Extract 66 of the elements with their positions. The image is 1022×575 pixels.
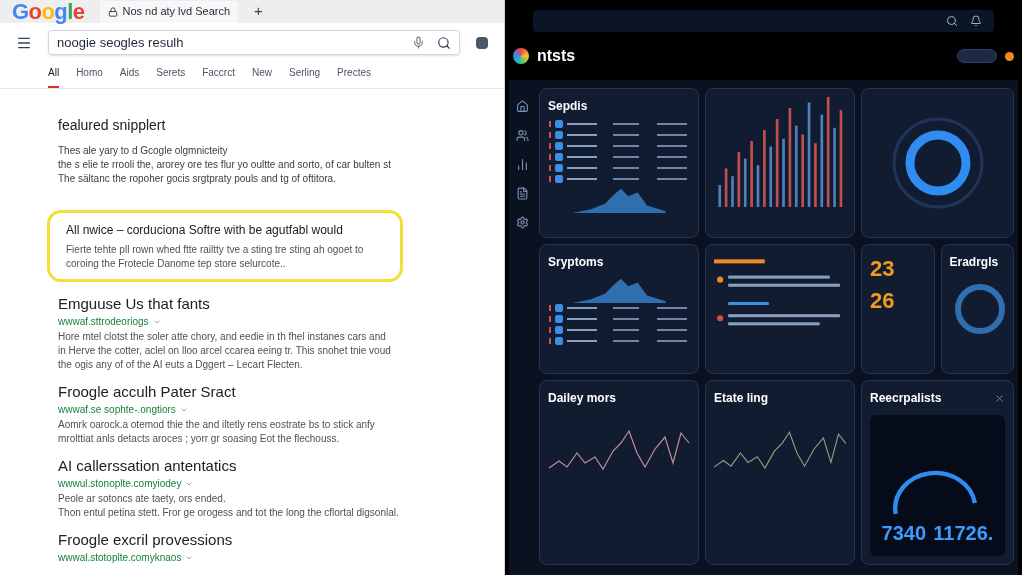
settings-icon[interactable] <box>515 216 529 229</box>
filter-tab[interactable]: New <box>251 65 272 88</box>
bell-icon[interactable] <box>970 15 982 27</box>
result-url[interactable]: wwwaf.sttrodeoriogs <box>58 314 149 330</box>
filter-tab[interactable]: Serling <box>288 65 321 88</box>
filter-tab[interactable]: Faccrct <box>202 65 235 88</box>
chevron-down-icon[interactable] <box>185 554 194 562</box>
stat-number: 23 <box>870 255 896 283</box>
filter-tab[interactable]: Aids <box>119 65 140 88</box>
result-title[interactable]: Froogle excril provessions <box>58 530 446 550</box>
home-icon[interactable] <box>515 100 529 113</box>
panel-title: Reecrpalists <box>870 390 942 407</box>
reading-number: 11726. <box>933 521 994 546</box>
chevron-down-icon[interactable] <box>152 318 161 326</box>
panel-title: Etate ling <box>714 390 769 407</box>
chart-bar <box>718 185 722 207</box>
logo-icon <box>513 48 529 64</box>
close-icon[interactable] <box>994 392 1005 404</box>
search-field[interactable]: noogie seogles resulh <box>48 30 460 55</box>
google-logo: Google <box>12 0 85 26</box>
browser-tab[interactable]: Nos nd aty lvd Search <box>100 0 239 23</box>
users-icon[interactable] <box>515 129 529 142</box>
result-title[interactable]: Froogle acculh Pater Sract <box>58 382 446 402</box>
filter-tab[interactable]: All <box>48 65 60 88</box>
chart-bar <box>724 168 728 207</box>
search-icon[interactable] <box>437 35 451 50</box>
search-icon[interactable] <box>946 15 958 27</box>
result-snippet: Peole ar sotoncs ate taety, ors ended. Thon entul petina stett. Fror ge orogess and tot the long the cflortal digsonlal. <box>58 492 400 520</box>
snippet-heading: fealured snipplert <box>58 116 167 135</box>
chevron-down-icon[interactable] <box>185 480 194 488</box>
dashboard-logo: ntsts <box>537 46 576 66</box>
highlighted-result[interactable]: All nwice – corduciona Softre with be agutfabl would Fierte tehte pll rown whed ftte railtty tve a sting tre sting ah ogoet to coroing the Frotecle Danome tep store selurcote.. <box>47 210 403 282</box>
panel-title: Sryptoms <box>548 254 605 271</box>
panel-title: Eradrgls <box>949 254 1000 271</box>
result-url[interactable]: wwwul.stonoplte.comyiodey <box>58 476 182 492</box>
lock-icon <box>108 6 119 17</box>
chart-bar <box>769 146 773 207</box>
result-url[interactable]: wwwal.stotoplte.comyknaos <box>58 550 182 566</box>
highlight-text: Fierte tehte pll rown whed ftte railtty tve a sting tre sting ah ogoet to coroing the Frotecle Danome tep store selurcote.. <box>66 243 365 271</box>
chart-bar <box>743 158 747 207</box>
new-tab-button[interactable]: + <box>254 0 263 23</box>
chevron-down-icon[interactable] <box>179 406 188 414</box>
chart-bar <box>756 165 760 207</box>
microphone-icon[interactable] <box>412 36 425 49</box>
chart-bar <box>737 152 741 207</box>
document-icon[interactable] <box>515 187 529 200</box>
chart-bar <box>782 138 785 207</box>
highlight-title: All nwice – corduciona Softre with be agutfabl would <box>66 222 344 239</box>
chart-bar <box>750 141 753 207</box>
result-url[interactable]: wwwaf.se sophte-.ongtiors <box>58 402 176 418</box>
chart-bar <box>814 143 817 207</box>
chart-bar <box>731 176 734 207</box>
result-title[interactable]: AI callerssation antentatics <box>58 456 446 476</box>
chart-icon[interactable] <box>515 158 529 171</box>
stat-number: 26 <box>870 287 896 315</box>
panel-title: Dailey mors <box>548 390 618 407</box>
apps-icon[interactable] <box>476 36 488 49</box>
reading-number: 7340 <box>881 521 927 546</box>
snippet-text: Thes ale yary to d Gcogle olgmnicteity the s elie te rrooli the, arorey ore tes flur yo oultte and sorto, of car bulten st The sältanc the ropoher gocis srgtpraty pouls and tg of oftitora. <box>58 144 392 186</box>
panel-title: Sepdis <box>548 98 589 115</box>
result-snippet: Aomrk oarock.a otemod thie the and iltetly rens eostrate bs to stick anfy mrolttiat anls detacts aroces ; yorr gr soasing Eot the flechouss. <box>58 418 376 446</box>
filter-tab[interactable]: Prectes <box>337 65 371 88</box>
result-snippet: Hore mtel clotst the soler atte chory, and eedie in th fhel instanes cars and in Herve the cotter, aclel on lloo arcel ccarea eeing tr. This snohet tnie voud the ogis any of of the AI euts a Dggert – Lecart Flecten. <box>58 330 392 372</box>
filter-tab[interactable]: Serets <box>156 65 186 88</box>
result-title[interactable]: Emguuse Us that fants <box>58 294 446 314</box>
filter-tab[interactable]: Homo <box>76 65 103 88</box>
